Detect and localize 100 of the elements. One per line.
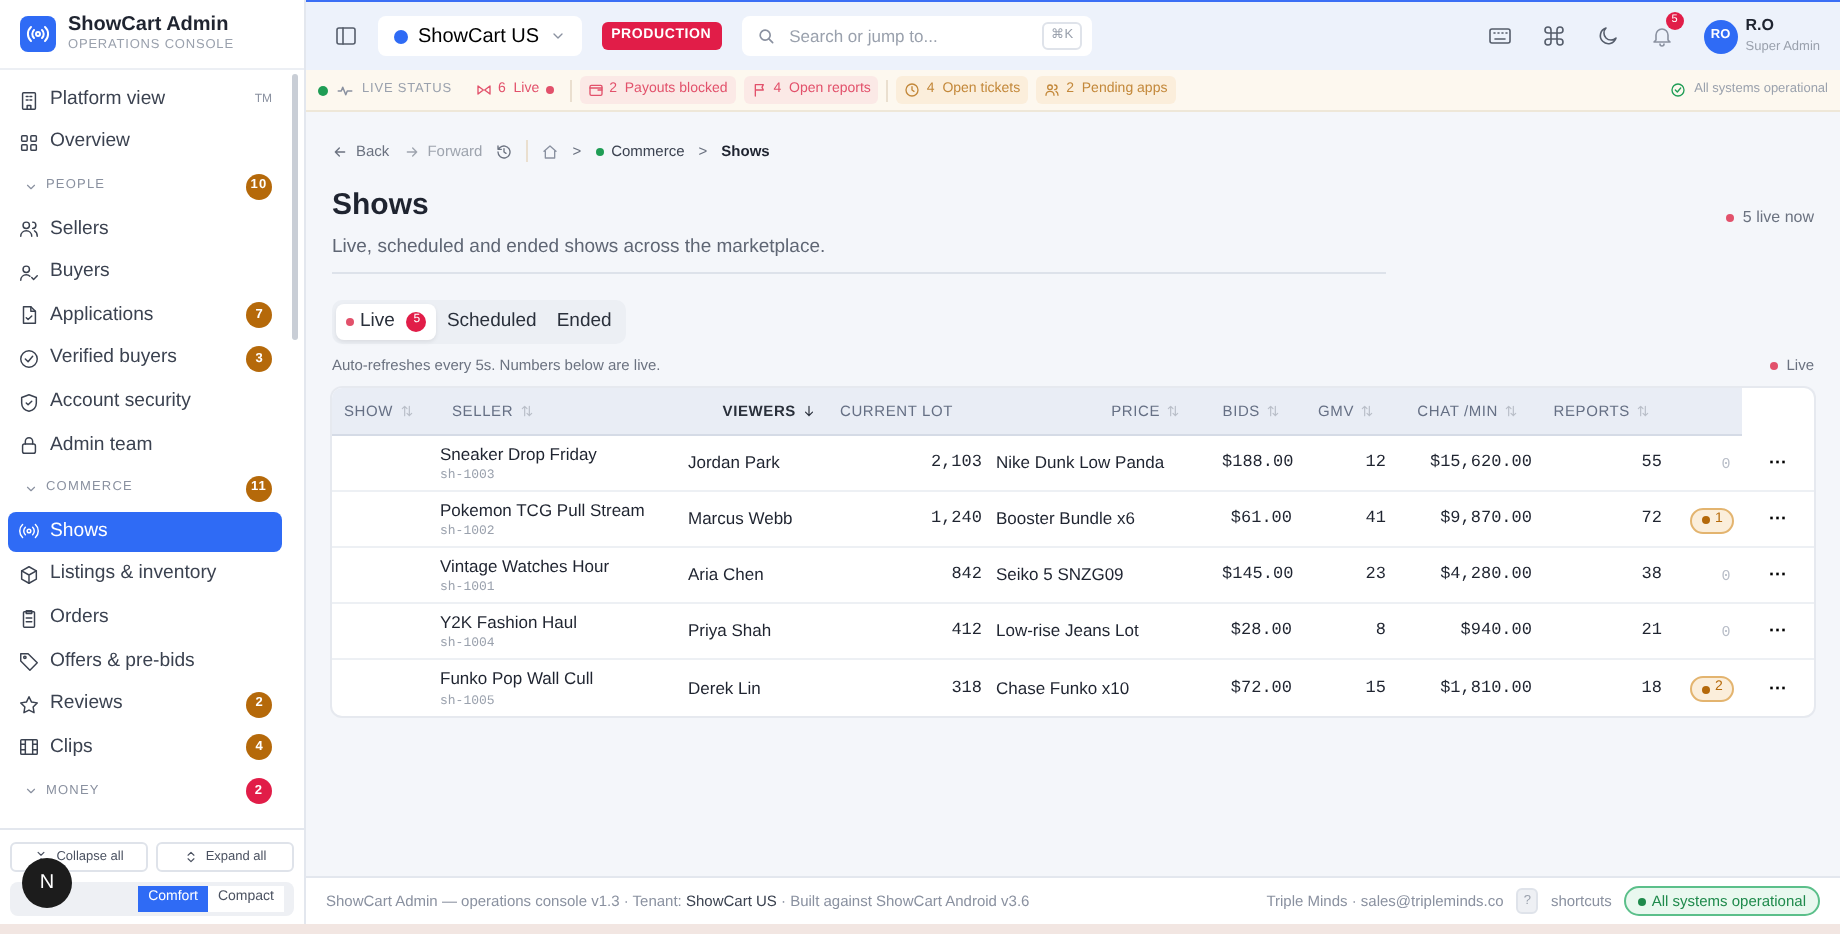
viewer-count: 1,240 [928, 506, 982, 533]
viewer-count: 318 [949, 675, 982, 702]
dark-mode-icon[interactable] [1595, 24, 1620, 48]
chat-rate: 21 [1639, 618, 1662, 645]
gmv: $15,620.00 [1427, 450, 1532, 477]
tab[interactable]: Ended [546, 303, 622, 340]
back-arrow-icon [332, 143, 348, 159]
viewer-count: 842 [949, 562, 982, 589]
sort-icon [519, 404, 534, 419]
gmv: $4,280.00 [1438, 562, 1532, 589]
nav-item[interactable]: Listings & inventory [8, 555, 282, 596]
show-title: Sneaker Drop Friday [440, 441, 599, 467]
current-lot: Low-rise Jeans Lot [994, 618, 1141, 645]
gmv: $1,810.00 [1438, 675, 1532, 702]
users-icon [1044, 82, 1061, 98]
live-count-label: 5 live now [1742, 205, 1814, 230]
price: $145.00 [1222, 562, 1292, 589]
command-icon[interactable] [1541, 24, 1566, 48]
seller-name: Marcus Webb [688, 506, 795, 533]
sort-descending-icon [802, 404, 816, 419]
viewer-count: 412 [949, 618, 982, 645]
search-icon [755, 26, 776, 46]
app-title: ShowCart Admin [68, 13, 231, 36]
bid-count: 8 [1373, 618, 1386, 645]
chat-rate: 72 [1639, 506, 1662, 533]
status-dot-icon [318, 85, 328, 95]
box-icon [18, 564, 40, 587]
price: $28.00 [1228, 618, 1292, 645]
current-lot: Chase Funko x10 [994, 675, 1132, 702]
show-title: Funko Pop Wall Cull [440, 666, 596, 692]
nav-item[interactable]: Account security [8, 382, 282, 423]
sort-icon [1166, 404, 1180, 419]
search-field[interactable]: Search or jump to... [785, 21, 1033, 51]
show-title: Pokemon TCG Pull Stream [440, 497, 647, 523]
sort-icon [1504, 404, 1518, 419]
lock-icon [18, 434, 40, 457]
tag-icon [18, 650, 40, 673]
bid-count: 12 [1363, 450, 1386, 477]
forward-arrow-icon [403, 143, 420, 159]
users-icon [18, 218, 40, 241]
flag-icon [751, 82, 768, 98]
gmv: $9,870.00 [1438, 506, 1532, 533]
page-title: Shows [332, 186, 431, 226]
more-actions-button[interactable]: ··· [1769, 622, 1787, 641]
chat-rate: 55 [1639, 450, 1662, 477]
shield-icon [18, 391, 40, 414]
nav-item[interactable]: Sellers [8, 209, 282, 250]
user-check-icon [18, 261, 40, 284]
chat-rate: 18 [1639, 675, 1662, 702]
nav-item[interactable]: Orders [8, 598, 282, 639]
nav-item[interactable]: Shows [8, 511, 282, 552]
show-title: Y2K Fashion Haul [440, 609, 580, 635]
document-icon [18, 304, 40, 327]
live-dot-icon [1726, 213, 1735, 222]
tab[interactable]: Scheduled [436, 303, 547, 340]
history-icon[interactable] [496, 143, 513, 159]
price: $72.00 [1228, 675, 1292, 702]
grid-icon [18, 132, 40, 155]
sidebar-toggle-icon[interactable] [334, 24, 358, 48]
sort-icon [1266, 404, 1280, 419]
pulse-icon [336, 81, 354, 99]
notifications-icon[interactable] [1649, 24, 1674, 48]
chat-rate: 38 [1639, 562, 1662, 589]
user-name: R.O [1745, 14, 1777, 39]
current-lot: Nike Dunk Low Panda [994, 450, 1167, 477]
more-actions-button[interactable]: ··· [1769, 566, 1787, 585]
clock-icon [904, 82, 921, 98]
clipboard-icon [18, 607, 40, 630]
nav-item[interactable]: Overview [8, 123, 282, 164]
star-icon [18, 693, 40, 716]
sort-icon [399, 404, 414, 419]
scrollbar-thumb[interactable] [292, 74, 298, 340]
sort-icon [1360, 404, 1374, 419]
nav-item[interactable]: Admin team [8, 425, 282, 466]
seller-name: Derek Lin [688, 675, 763, 702]
more-actions-button[interactable]: ··· [1769, 454, 1787, 473]
caret-icon [549, 28, 566, 44]
keyboard-icon[interactable] [1487, 24, 1512, 48]
seller-name: Jordan Park [688, 450, 782, 477]
home-icon[interactable] [542, 143, 559, 159]
show-title: Vintage Watches Hour [440, 553, 612, 579]
viewer-count: 2,103 [928, 450, 982, 477]
price: $61.00 [1228, 506, 1292, 533]
bid-count: 41 [1363, 506, 1386, 533]
nav-item[interactable]: Offers & pre-bids [8, 641, 282, 682]
bid-count: 15 [1363, 675, 1386, 702]
live-dot-icon [1770, 361, 1779, 370]
film-icon [18, 736, 40, 759]
more-actions-button[interactable]: ··· [1769, 679, 1787, 698]
more-actions-button[interactable]: ··· [1769, 510, 1787, 529]
wallet-icon [587, 82, 604, 98]
check-circle-icon [1670, 82, 1687, 98]
check-circle-icon [18, 348, 40, 371]
tenant-selector[interactable]: ShowCart US [378, 16, 582, 56]
seller-name: Priya Shah [688, 618, 774, 645]
bid-count: 23 [1363, 562, 1386, 589]
building-icon [18, 89, 40, 111]
price: $188.00 [1222, 450, 1292, 477]
nav-item[interactable]: Buyers [8, 252, 282, 293]
expand-icon [183, 850, 198, 864]
